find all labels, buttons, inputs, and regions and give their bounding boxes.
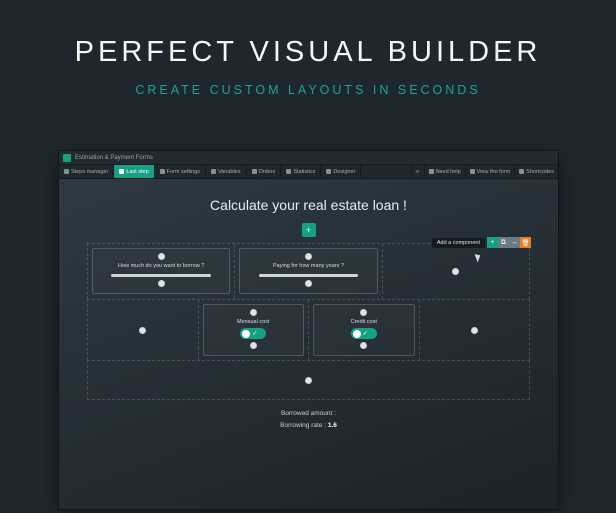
- cell-actions: Add a component + ⧉ ↔ 🗑: [432, 237, 531, 248]
- add-section-button[interactable]: +: [302, 223, 316, 237]
- handle-icon: [250, 342, 257, 349]
- cell-delete-button[interactable]: 🗑: [520, 237, 531, 248]
- grid-cell[interactable]: Paying for how many years ?: [235, 244, 382, 299]
- toolbar: Steps manager Last step Form settings Va…: [59, 165, 558, 179]
- action-misc[interactable]: ∞: [411, 165, 424, 178]
- cell-add-button[interactable]: +: [487, 237, 498, 248]
- var-icon: [211, 169, 216, 174]
- cell-duplicate-button[interactable]: ⧉: [498, 237, 509, 248]
- window-titlebar: Estimation & Payment Forms: [59, 151, 558, 165]
- canvas-title: Calculate your real estate loan !: [87, 197, 530, 213]
- tab-designer[interactable]: Designer: [321, 165, 361, 178]
- tab-orders[interactable]: Orders: [247, 165, 282, 178]
- drop-placeholder-icon: [452, 268, 459, 275]
- toggle-knob-icon: [242, 330, 250, 338]
- list-icon: [64, 169, 69, 174]
- grid-cell-empty[interactable]: [88, 300, 199, 360]
- tooltip-add-component: Add a component: [432, 238, 485, 248]
- check-icon: ✓: [252, 330, 257, 337]
- infinity-icon: ∞: [416, 169, 420, 175]
- action-label: Shortcodes: [526, 169, 554, 175]
- component-toggle-credit[interactable]: Credit cost ✓: [313, 304, 415, 356]
- component-slider-years[interactable]: Paying for how many years ?: [239, 248, 377, 294]
- cart-icon: [252, 169, 257, 174]
- tab-label: Statistics: [293, 169, 315, 175]
- gear-icon: [160, 169, 165, 174]
- builder-canvas: Calculate your real estate loan ! + How …: [59, 179, 558, 433]
- grid-cell-empty[interactable]: Add a component + ⧉ ↔ 🗑: [383, 244, 529, 299]
- handle-icon: [250, 309, 257, 316]
- borrow-rate-row: Borrowing rate : 1.6: [87, 420, 530, 432]
- component-label: Credit cost: [351, 319, 377, 325]
- grid-cell-empty[interactable]: [420, 300, 530, 360]
- tab-last-step[interactable]: Last step: [114, 165, 154, 178]
- grid-cell-empty[interactable]: [88, 361, 529, 399]
- help-icon: [429, 169, 434, 174]
- drop-placeholder-icon: [471, 327, 478, 334]
- action-need-help[interactable]: Need help: [424, 165, 465, 178]
- grid-cell[interactable]: Credit cost ✓: [309, 300, 420, 360]
- chart-icon: [286, 169, 291, 174]
- action-shortcodes[interactable]: Shortcodes: [514, 165, 558, 178]
- drop-placeholder-icon: [139, 327, 146, 334]
- action-label: View the form: [477, 169, 511, 175]
- tab-label: Designer: [333, 169, 355, 175]
- add-row: +: [87, 223, 530, 237]
- grid-cell[interactable]: How much do you want to borrow ?: [88, 244, 235, 299]
- grid-row: How much do you want to borrow ? Paying …: [87, 243, 530, 299]
- handle-icon: [305, 253, 312, 260]
- hero-title: PERFECT VISUAL BUILDER: [0, 36, 616, 69]
- eye-icon: [470, 169, 475, 174]
- component-label: Mensual cost: [237, 319, 269, 325]
- tab-statistics[interactable]: Statistics: [281, 165, 321, 178]
- component-toggle-mensual[interactable]: Mensual cost ✓: [203, 304, 305, 356]
- toggle-on[interactable]: ✓: [351, 328, 377, 339]
- slider-track[interactable]: [111, 274, 210, 277]
- hero: PERFECT VISUAL BUILDER CREATE CUSTOM LAY…: [0, 0, 616, 97]
- handle-icon: [360, 309, 367, 316]
- cell-move-button[interactable]: ↔: [509, 237, 520, 248]
- drop-placeholder-icon: [305, 377, 312, 384]
- component-slider-borrow[interactable]: How much do you want to borrow ?: [92, 248, 230, 294]
- handle-icon: [360, 342, 367, 349]
- grid-row: [87, 360, 530, 400]
- tab-label: Steps manager: [71, 169, 108, 175]
- tab-label: Last step: [126, 169, 148, 175]
- tab-steps-manager[interactable]: Steps manager: [59, 165, 114, 178]
- window-title: Estimation & Payment Forms: [75, 155, 153, 161]
- toggle-knob-icon: [353, 330, 361, 338]
- borrow-rate-label: Borrowing rate :: [280, 422, 326, 429]
- action-view-form[interactable]: View the form: [465, 165, 515, 178]
- step-icon: [119, 169, 124, 174]
- handle-icon: [158, 280, 165, 287]
- toggle-on[interactable]: ✓: [240, 328, 266, 339]
- handle-icon: [158, 253, 165, 260]
- check-icon: ✓: [363, 330, 368, 337]
- borrow-rate-value: 1.6: [328, 422, 337, 429]
- code-icon: [519, 169, 524, 174]
- tab-variables[interactable]: Variables: [206, 165, 247, 178]
- tab-label: Variables: [218, 169, 241, 175]
- borrowed-amount-label: Borrowed amount :: [87, 408, 530, 420]
- hero-subtitle: CREATE CUSTOM LAYOUTS IN SECONDS: [0, 83, 616, 97]
- tab-label: Orders: [259, 169, 276, 175]
- builder-window: Estimation & Payment Forms Steps manager…: [58, 150, 559, 510]
- action-label: Need help: [436, 169, 461, 175]
- slider-track[interactable]: [259, 274, 358, 277]
- grid-row: Mensual cost ✓ Credit cost ✓: [87, 299, 530, 360]
- component-label: Paying for how many years ?: [273, 263, 344, 269]
- handle-icon: [305, 280, 312, 287]
- mouse-cursor-icon: [475, 252, 483, 262]
- tab-label: Form settings: [167, 169, 200, 175]
- summary-area: Borrowed amount : Borrowing rate : 1.6: [87, 400, 530, 433]
- brush-icon: [326, 169, 331, 174]
- component-label: How much do you want to borrow ?: [118, 263, 204, 269]
- grid-cell[interactable]: Mensual cost ✓: [199, 300, 310, 360]
- app-logo-icon: [63, 154, 71, 162]
- layout-grid: How much do you want to borrow ? Paying …: [87, 243, 530, 400]
- tab-form-settings[interactable]: Form settings: [155, 165, 206, 178]
